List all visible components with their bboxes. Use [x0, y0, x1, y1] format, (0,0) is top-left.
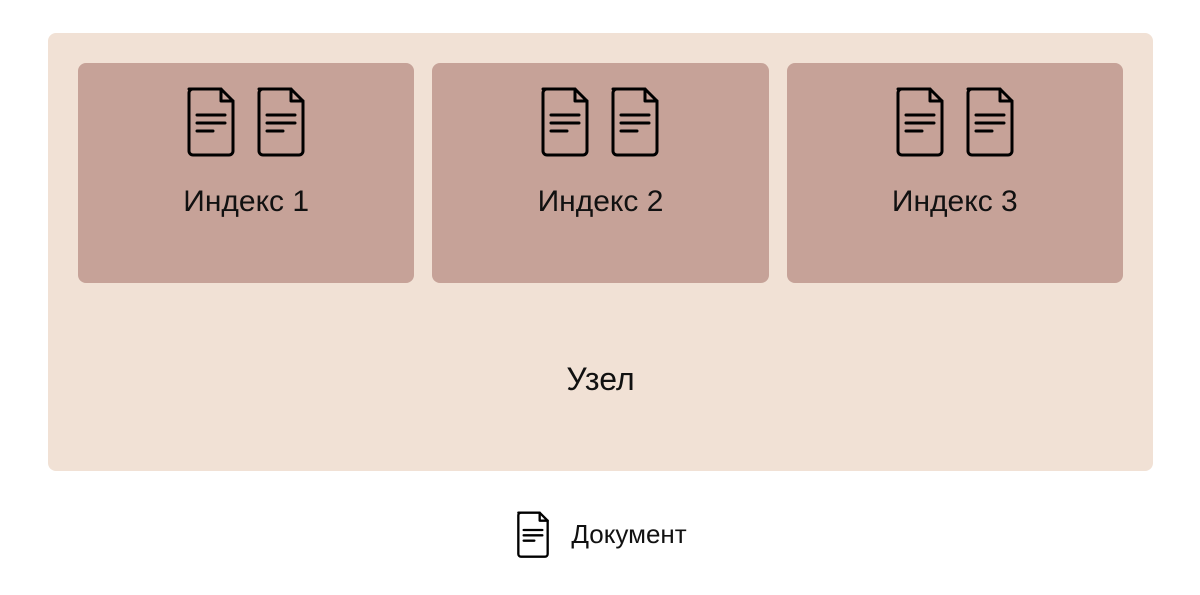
index-box-1: Индекс 1 [78, 63, 414, 283]
index-label: Индекс 2 [538, 185, 664, 219]
icon-pair [181, 85, 311, 157]
icon-pair [535, 85, 665, 157]
node-container: Индекс 1 [48, 33, 1153, 471]
icon-pair [890, 85, 1020, 157]
index-label: Индекс 3 [892, 185, 1018, 219]
legend: Документ [0, 510, 1200, 558]
index-label: Индекс 1 [183, 185, 309, 219]
document-icon [181, 85, 241, 157]
legend-label: Документ [571, 519, 686, 550]
node-label: Узел [78, 361, 1123, 398]
document-icon [605, 85, 665, 157]
document-icon [960, 85, 1020, 157]
index-row: Индекс 1 [78, 63, 1123, 283]
index-box-2: Индекс 2 [432, 63, 768, 283]
document-icon [535, 85, 595, 157]
index-box-3: Индекс 3 [787, 63, 1123, 283]
document-icon [890, 85, 950, 157]
document-icon [251, 85, 311, 157]
document-icon [513, 510, 553, 558]
